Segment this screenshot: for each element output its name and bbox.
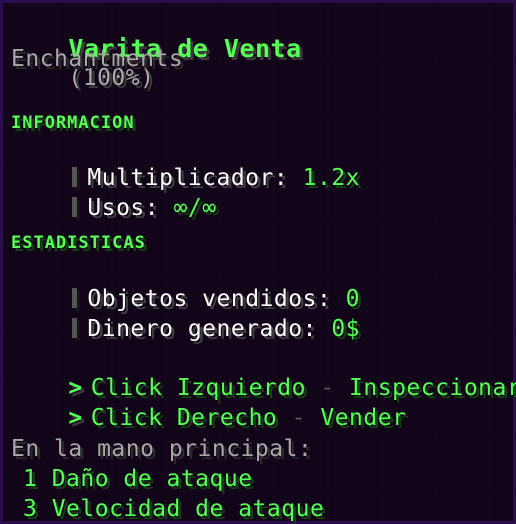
dinero-generado-value: 0$ [331, 316, 361, 342]
chevron-right-icon: > [68, 405, 83, 431]
attack-speed-stat: 3 Velocidad de ataque [23, 496, 325, 522]
usos-value: ∞/∞ [173, 195, 217, 221]
item-tooltip: Varita de Venta (100%) Enchantments INFO… [0, 0, 516, 524]
item-subtitle: Enchantments [11, 46, 184, 72]
informacion-header: INFORMACION [11, 113, 135, 133]
dinero-generado-label: Dinero generado: [87, 316, 317, 342]
estadisticas-header: ESTADISTICAS [11, 233, 146, 253]
usos-label: Usos: [87, 195, 160, 221]
row-separator-bar [72, 197, 78, 217]
row-separator-bar [72, 318, 78, 338]
right-click-result: Vender [320, 405, 407, 431]
attack-damage-stat: 1 Daño de ataque [23, 466, 253, 492]
multiplicador-value: 1.2x [302, 165, 361, 191]
action-dash: - [291, 405, 306, 431]
right-click-label: Click Derecho [90, 405, 278, 431]
main-hand-label: En la mano principal: [11, 436, 313, 462]
